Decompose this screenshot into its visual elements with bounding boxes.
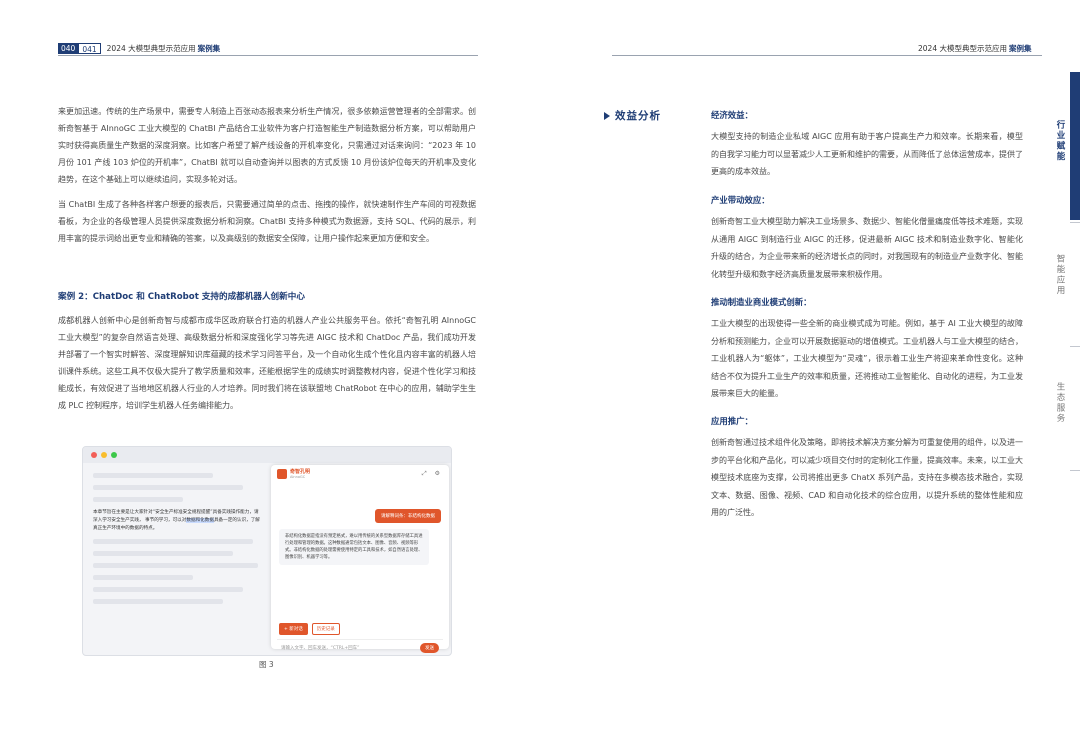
header-rule-right: [612, 55, 1042, 56]
header-right: 2024 大模型典型示范应用 案例集: [918, 41, 1031, 55]
placeholder-line: [93, 539, 253, 544]
logo-icon: [277, 469, 287, 479]
figure-screenshot: 本章节旨在主要是让大家针对“安全生产标准安全规程提醒”具备实践操作能力，请深入学…: [82, 446, 452, 656]
window-close-dot: [91, 452, 97, 458]
new-chat-button[interactable]: + 新对话: [279, 623, 308, 635]
paragraph-industry: 创新奇智工业大模型助力解决工业场景多、数据少、智能化僧量痛度低等技术难题，实现从…: [711, 217, 1023, 279]
placeholder-line: [93, 551, 233, 556]
side-tab-industry-empowerment[interactable]: 行业赋能: [1052, 120, 1066, 162]
chat-input-placeholder: 请输入文字、回车发送，“CTRL+回车”: [281, 646, 360, 651]
placeholder-line: [93, 575, 193, 580]
window-maximize-dot: [111, 452, 117, 458]
chat-actions: + 新对话 历史记录: [279, 623, 340, 635]
subheading-promotion: 应用推广：: [711, 416, 753, 426]
browser-bar: [83, 447, 451, 463]
section-heading: 效益分析: [604, 108, 661, 123]
document-text-mid: 事节的学习，可以对: [145, 518, 187, 523]
brand-sub: AInnoGC: [290, 475, 306, 479]
send-button[interactable]: 发送: [420, 643, 439, 653]
page-number-right: 041: [78, 42, 101, 54]
case-title: 案例 2：ChatDoc 和 ChatRobot 支持的成都机器人创新中心: [58, 292, 305, 302]
header-title-right-strong: 案例集: [1008, 43, 1032, 53]
side-tab-divider: [1070, 222, 1080, 223]
paragraph-business-model: 工业大模型的出现使得一些全新的商业模式成为可能。例如，基于 AI 工业大模型的故…: [711, 319, 1023, 398]
header-title-left-strong: 案例集: [197, 43, 221, 53]
bot-message: 非结构化数据是指没有预定格式，难以用传统的关系型数据库存储工具进行处理和管理的数…: [279, 529, 429, 565]
header-title-right: 2024 大模型典型示范应用: [918, 43, 1007, 53]
placeholder-line: [93, 473, 213, 478]
paragraph-promotion: 创新奇智通过技术组件化及策略，即将技术解决方案分解为可重复使用的组件，以及进一步…: [711, 438, 1023, 517]
expand-settings-icon[interactable]: ⤢ ⚙: [422, 470, 443, 478]
chat-panel: 奇智孔明 AInnoGC ⤢ ⚙ 请解释词条：非结构化数据 非结构化数据是指没有…: [271, 465, 449, 653]
window-minimize-dot: [101, 452, 107, 458]
triangle-icon: [604, 111, 610, 120]
subheading-economic: 经济效益：: [711, 110, 753, 120]
placeholder-line: [93, 587, 243, 592]
side-tab-indicator: [1070, 72, 1080, 220]
document-text: 本章节旨在主要是让大家针对“安全生产标准安全规程提醒”具备实践操作能力，请深入学…: [93, 509, 263, 533]
placeholder-line: [93, 485, 243, 490]
header-rule-left: [58, 55, 478, 56]
history-button[interactable]: 历史记录: [311, 623, 340, 635]
header-left: 040 041 2024 大模型典型示范应用 案例集: [58, 41, 220, 55]
header-title-left: 2024 大模型典型示范应用: [106, 43, 196, 53]
subheading-business-model: 推动制造业商业模式创新：: [711, 297, 812, 307]
side-tab-smart-application[interactable]: 智能应用: [1052, 254, 1066, 296]
page-number-left: 040: [58, 42, 79, 54]
chat-panel-header: 奇智孔明 AInnoGC ⤢ ⚙: [271, 465, 449, 483]
paragraph-economic: 大模型支持的制造企业私域 AIGC 应用有助于客户提高生产力和效率。长期来看，模…: [711, 132, 1023, 176]
paragraph-chatbi-dashboard: 当 ChatBI 生成了各种各样客户想要的报表后，只需要通过简单的点击、拖拽的操…: [58, 200, 476, 243]
paragraph-robot-center: 成都机器人创新中心是创新奇智与成都市成华区政府联合打造的机器人产业公共服务平台。…: [58, 316, 476, 410]
side-tab-ecosystem-services[interactable]: 生态服务: [1052, 382, 1066, 424]
placeholder-line: [93, 599, 223, 604]
paragraph-chatbi-intro: 来更加迅速。传统的生产场景中，需要专人制造上百张动态报表来分析生产情况，很多依赖…: [58, 107, 476, 184]
chat-input[interactable]: 请输入文字、回车发送，“CTRL+回车” 发送: [277, 639, 443, 655]
document-pane: 本章节旨在主要是让大家针对“安全生产标准安全规程提醒”具备实践操作能力，请深入学…: [93, 473, 263, 611]
brand-logo: 奇智孔明 AInnoGC: [277, 469, 310, 479]
placeholder-line: [93, 497, 183, 502]
side-tab-divider: [1070, 470, 1080, 471]
user-message: 请解释词条：非结构化数据: [375, 509, 441, 523]
placeholder-line: [93, 563, 258, 568]
side-tab-divider: [1070, 346, 1080, 347]
document-highlight: 数据和化数据: [186, 518, 214, 523]
section-title: 效益分析: [615, 110, 661, 122]
figure-caption: 图 3: [259, 660, 274, 669]
subheading-industry: 产业带动效应：: [711, 195, 770, 205]
